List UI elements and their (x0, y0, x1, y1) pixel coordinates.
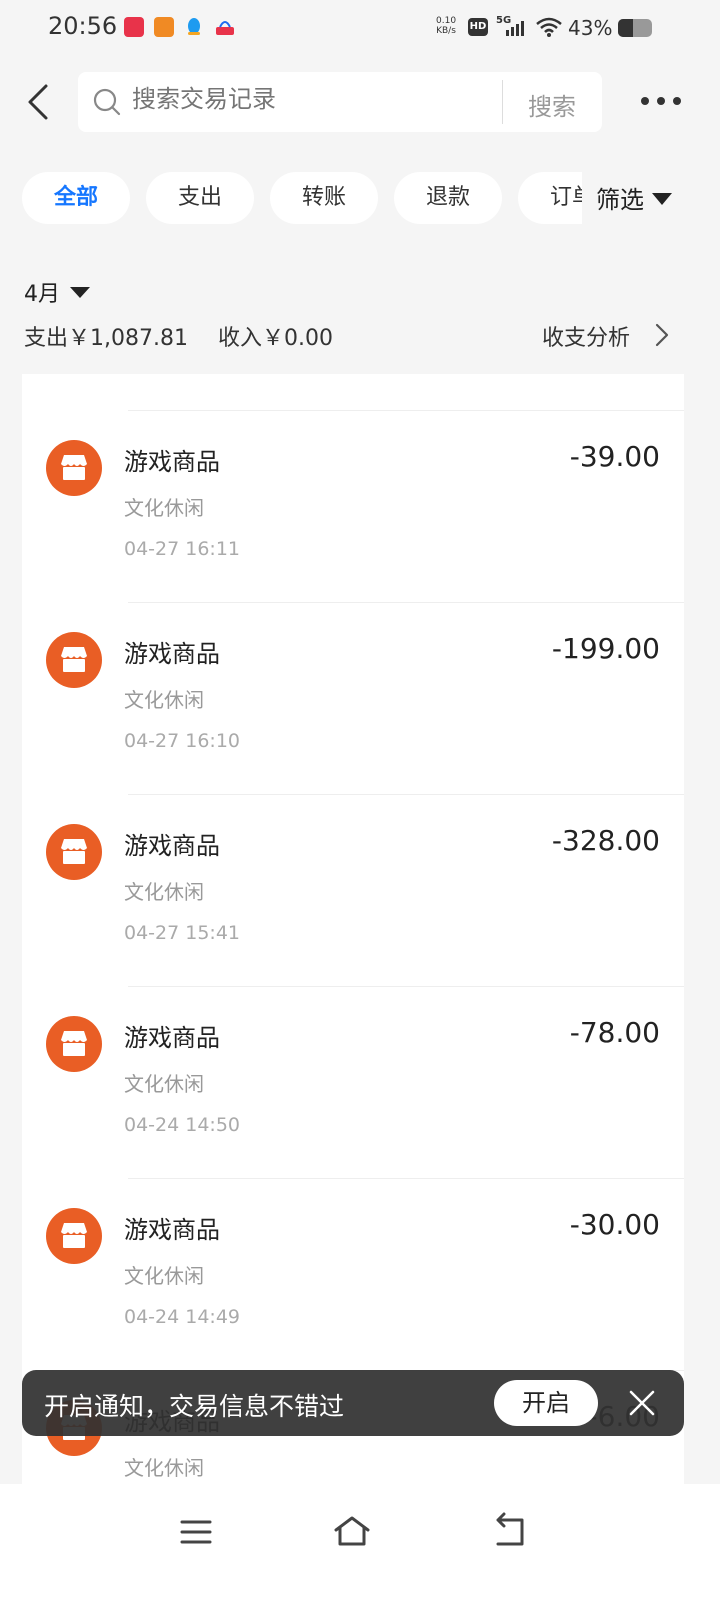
wifi-icon (536, 16, 562, 42)
tab-expense[interactable]: 支出 (146, 172, 254, 224)
transaction-time: 04-27 16:10 (124, 730, 241, 752)
shop-icon (46, 440, 102, 496)
search-button[interactable]: 搜索 (528, 87, 576, 122)
chevron-left-icon (28, 84, 48, 120)
transaction-time: 04-24 14:50 (124, 1114, 241, 1136)
transaction-amount: -78.00 (569, 1016, 660, 1049)
home-icon[interactable] (328, 1508, 376, 1556)
transaction-row[interactable]: 游戏商品文化休闲 04-27 16:11 -39.00 (22, 410, 684, 602)
qq-notification-icon (184, 17, 204, 37)
close-icon[interactable] (628, 1389, 656, 1421)
status-time: 20:56 (48, 12, 118, 40)
tab-order[interactable]: 订单 (518, 172, 582, 224)
row-divider (128, 986, 684, 987)
row-divider (128, 410, 684, 411)
net-speed: 0.10 KB/s (436, 16, 456, 36)
transaction-category: 文化休闲 (124, 1072, 204, 1096)
more-button[interactable] (638, 86, 684, 116)
transaction-row[interactable]: 游戏商品文化休闲 04-27 16:10 -199.00 (22, 602, 684, 794)
transaction-category: 文化休闲 (124, 1264, 204, 1288)
tab-transfer[interactable]: 转账 (270, 172, 378, 224)
filter-button[interactable]: 筛选 (596, 180, 672, 215)
transaction-category: 文化休闲 (124, 880, 204, 904)
search-input[interactable] (132, 85, 492, 113)
analysis-link[interactable]: 收支分析 (542, 320, 630, 352)
transaction-title: 游戏商品 (124, 1216, 220, 1244)
transaction-category: 文化休闲 (124, 496, 204, 520)
transaction-time: 04-27 15:41 (124, 922, 241, 944)
transaction-title: 游戏商品 (124, 1024, 220, 1052)
battery-percent: 43% (568, 16, 613, 40)
caret-down-icon (70, 287, 90, 298)
app-notification-icon (154, 17, 174, 37)
tab-all[interactable]: 全部 (22, 172, 130, 224)
back-icon[interactable] (486, 1508, 534, 1556)
back-button[interactable] (18, 80, 62, 124)
system-nav-bar (0, 1484, 720, 1600)
menu-icon[interactable] (172, 1508, 220, 1556)
row-divider (128, 1178, 684, 1179)
hd-icon: HD (468, 18, 488, 36)
transaction-title: 游戏商品 (124, 640, 220, 668)
transaction-list: 游戏商品 文化休闲 04-27 16:11 -39.00 游戏商品 文化休闲 04-27 1… (22, 374, 684, 1514)
status-bar: 20:56 0.10 KB/s HD 5G 43% (0, 0, 720, 60)
signal-icon: 5G (496, 14, 528, 42)
enable-notification-button[interactable]: 开启 (494, 1380, 598, 1426)
net-speed-value: 0.10 (436, 16, 457, 26)
more-dots-icon (641, 97, 681, 105)
battery-fill (618, 19, 633, 37)
app-notification-icon (124, 17, 144, 37)
notification-text: 开启通知，交易信息不错过 (44, 1392, 345, 1421)
transaction-amount: -328.00 (551, 824, 660, 857)
tab-refund[interactable]: 退款 (394, 172, 502, 224)
network-type: 5G (496, 15, 511, 26)
shop-icon (46, 1208, 102, 1264)
search-divider (502, 80, 503, 124)
shop-icon (46, 824, 102, 880)
transaction-title: 游戏商品 (124, 832, 220, 860)
filter-label: 筛选 (596, 186, 644, 214)
net-speed-unit: KB/s (436, 26, 456, 36)
filter-tabs: 全部 支出 转账 退款 订单 (22, 172, 582, 224)
expense-total: 支出￥1,087.81 (24, 326, 188, 351)
row-divider (128, 602, 684, 603)
transaction-amount: -39.00 (569, 440, 660, 473)
transaction-amount: -30.00 (569, 1208, 660, 1241)
notification-banner: 开启通知，交易信息不错过 开启 (22, 1370, 684, 1436)
transaction-amount: -199.00 (551, 632, 660, 665)
transaction-title: 游戏商品 (124, 448, 220, 476)
shop-icon (46, 632, 102, 688)
month-label: 4月 (24, 282, 60, 307)
transaction-time: 04-24 14:49 (124, 1306, 241, 1328)
transaction-row[interactable]: 游戏商品文化休闲 04-24 14:49 -30.00 (22, 1178, 684, 1370)
transaction-time: 04-27 16:11 (124, 538, 241, 560)
transaction-row[interactable]: 游戏商品文化休闲 04-24 14:50 -78.00 (22, 986, 684, 1178)
battery-icon (618, 19, 652, 37)
shop-icon (46, 1016, 102, 1072)
search-box[interactable]: 搜索 (78, 72, 602, 132)
transaction-category: 文化休闲 (124, 1456, 204, 1480)
transaction-category: 文化休闲 (124, 688, 204, 712)
transaction-row[interactable]: 游戏商品文化休闲 04-27 15:41 -328.00 (22, 794, 684, 986)
month-selector[interactable]: 4月 (24, 276, 90, 308)
chevron-right-icon[interactable] (654, 322, 670, 352)
app-notification-icon (214, 17, 234, 37)
search-icon (92, 87, 122, 121)
income-total: 收入￥0.00 (218, 326, 333, 351)
caret-down-icon (652, 193, 672, 205)
row-divider (128, 794, 684, 795)
